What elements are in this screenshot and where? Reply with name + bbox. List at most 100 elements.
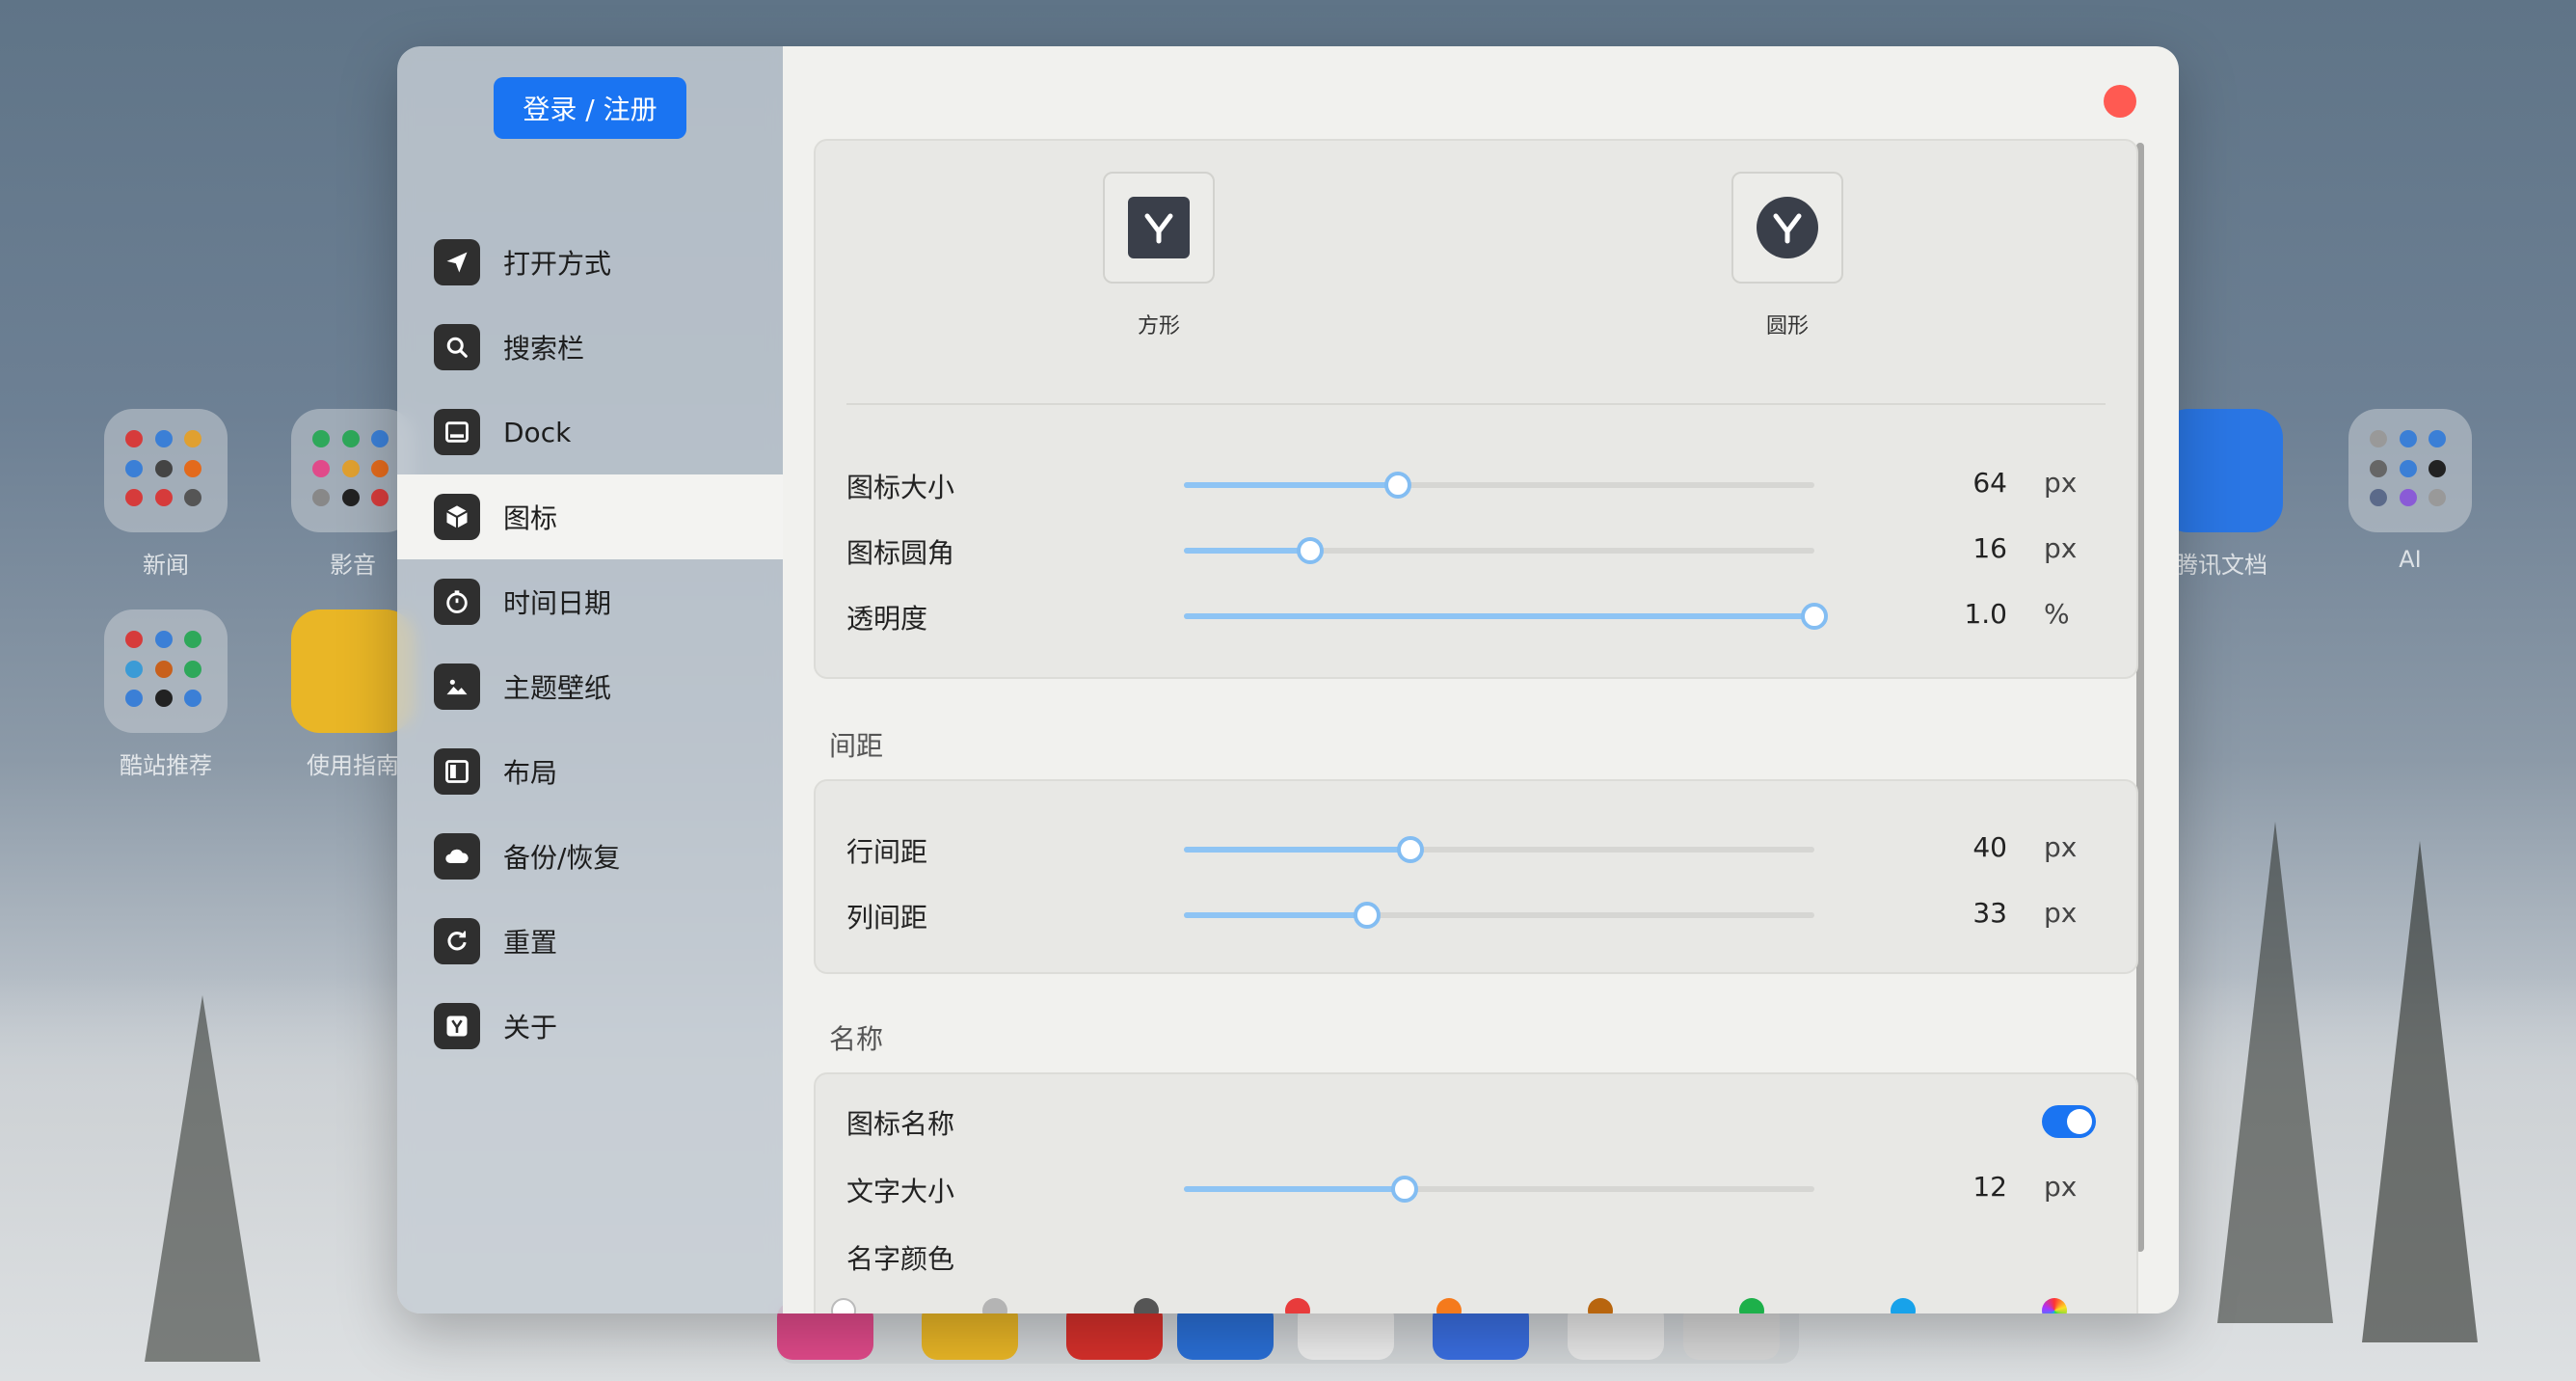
desktop-icon-label: 新闻 (143, 552, 189, 579)
sidebar-item-label: 主题壁纸 (503, 672, 612, 704)
square-logo-icon (1128, 197, 1190, 258)
logo-icon (434, 1003, 480, 1049)
sidebar-item-backup[interactable]: 备份/恢复 (397, 814, 783, 899)
settings-sidebar: 登录 / 注册 打开方式 搜索栏 Dock 图标 时间日期 主题壁纸 布局 备份… (397, 46, 783, 1313)
color-swatch[interactable] (982, 1298, 1007, 1313)
column-gap-label: 列间距 (846, 902, 928, 934)
row-gap-value: 40 (1972, 831, 2007, 863)
slider-thumb[interactable] (1801, 603, 1828, 630)
sidebar-item-open-mode[interactable]: 打开方式 (397, 220, 783, 305)
icon-size-slider[interactable] (1184, 472, 1814, 499)
reset-icon (434, 918, 480, 964)
sidebar-item-about[interactable]: 关于 (397, 984, 783, 1069)
icon-style-card: 方形 圆形 图标大小 64 px 图标圆角 16 px 透明度 1.0 % (814, 139, 2138, 679)
sidebar-item-label: 搜索栏 (503, 333, 585, 365)
row-gap-slider[interactable] (1184, 836, 1814, 863)
column-gap-unit: px (2044, 897, 2078, 929)
desktop-folder-news[interactable]: 新闻 (104, 409, 228, 580)
sidebar-item-layout[interactable]: 布局 (397, 729, 783, 814)
notepad-icon (291, 609, 415, 733)
circle-logo-icon (1757, 197, 1818, 258)
column-gap-slider[interactable] (1184, 902, 1814, 929)
opacity-value: 1.0 (1964, 598, 2007, 630)
opacity-label: 透明度 (846, 603, 928, 635)
slider-thumb[interactable] (1296, 537, 1324, 564)
dock-icon (434, 409, 480, 455)
shape-option-square[interactable] (1103, 172, 1215, 284)
slider-thumb[interactable] (1390, 1176, 1418, 1203)
sidebar-item-dock[interactable]: Dock (397, 390, 783, 474)
tree-decoration (2217, 822, 2333, 1323)
sidebar-item-label: 时间日期 (503, 587, 612, 619)
slider-fill (1184, 613, 1814, 619)
desktop-icon-label: 酷站推荐 (120, 752, 212, 779)
sidebar-item-reset[interactable]: 重置 (397, 899, 783, 984)
sidebar-item-label: 布局 (503, 757, 558, 789)
color-swatch[interactable] (1739, 1298, 1764, 1313)
desktop-folder-sites[interactable]: 酷站推荐 (104, 609, 228, 780)
sidebar-item-label: 备份/恢复 (503, 842, 621, 874)
folder-icon (104, 409, 228, 532)
sidebar-item-datetime[interactable]: 时间日期 (397, 559, 783, 644)
icon-name-toggle[interactable] (2042, 1105, 2096, 1138)
icon-size-label: 图标大小 (846, 472, 955, 503)
column-gap-value: 33 (1972, 897, 2007, 929)
layout-icon (434, 748, 480, 795)
desktop-icon-label: AI (2399, 546, 2422, 573)
close-button[interactable] (2104, 85, 2136, 118)
slider-fill (1184, 847, 1411, 853)
color-swatch[interactable] (1891, 1298, 1916, 1313)
slider-fill (1184, 548, 1310, 554)
color-swatch[interactable] (1588, 1298, 1613, 1313)
color-swatch[interactable] (1436, 1298, 1462, 1313)
login-register-button[interactable]: 登录 / 注册 (494, 77, 686, 139)
icon-name-label: 图标名称 (846, 1108, 955, 1140)
font-size-value: 12 (1972, 1171, 2007, 1203)
icon-radius-value: 16 (1972, 532, 2007, 564)
sidebar-item-icons[interactable]: 图标 (397, 474, 783, 559)
image-icon (434, 663, 480, 710)
row-gap-label: 行间距 (846, 836, 928, 868)
row-gap-unit: px (2044, 831, 2078, 863)
settings-modal: 登录 / 注册 打开方式 搜索栏 Dock 图标 时间日期 主题壁纸 布局 备份… (397, 46, 2179, 1313)
icon-radius-unit: px (2044, 532, 2078, 564)
opacity-slider[interactable] (1184, 603, 1828, 630)
slider-fill (1184, 1186, 1405, 1192)
sidebar-item-label: Dock (503, 416, 572, 448)
desktop-folder-ai[interactable]: AI (2348, 409, 2472, 573)
icon-radius-slider[interactable] (1184, 537, 1814, 564)
desktop-app-guide[interactable]: 使用指南 (291, 609, 415, 780)
sidebar-item-label: 图标 (503, 502, 558, 534)
slider-fill (1184, 912, 1367, 918)
desktop-folder-media[interactable]: 影音 (291, 409, 415, 580)
color-swatch[interactable] (831, 1298, 856, 1313)
color-swatch[interactable] (1134, 1298, 1159, 1313)
name-card: 图标名称 文字大小 12 px 名字颜色 (814, 1072, 2138, 1313)
color-swatch[interactable] (2042, 1298, 2067, 1313)
icon-radius-label: 图标圆角 (846, 537, 955, 569)
stopwatch-icon (434, 579, 480, 625)
folder-icon (104, 609, 228, 733)
color-swatch[interactable] (1285, 1298, 1310, 1313)
section-title-name: 名称 (829, 1023, 884, 1055)
sidebar-item-wallpaper[interactable]: 主题壁纸 (397, 644, 783, 729)
opacity-unit: % (2044, 598, 2070, 630)
shape-option-circle[interactable] (1731, 172, 1843, 284)
slider-thumb[interactable] (1397, 836, 1425, 863)
desktop-icon-label: 使用指南 (307, 752, 399, 779)
sidebar-item-label: 重置 (503, 927, 558, 959)
settings-nav: 打开方式 搜索栏 Dock 图标 时间日期 主题壁纸 布局 备份/恢复 重置 关… (397, 220, 783, 1069)
section-title-spacing: 间距 (829, 730, 884, 762)
desktop-icon-label: 影音 (330, 552, 376, 579)
search-icon (434, 324, 480, 370)
tree-decoration (2362, 841, 2478, 1342)
shape-label-circle: 圆形 (1765, 314, 1809, 338)
slider-thumb[interactable] (1353, 902, 1381, 929)
folder-icon (2348, 409, 2472, 532)
slider-thumb[interactable] (1384, 472, 1412, 499)
shape-label-square: 方形 (1137, 314, 1180, 338)
font-size-slider[interactable] (1184, 1176, 1814, 1203)
sidebar-item-label: 打开方式 (503, 248, 612, 280)
sidebar-item-search-bar[interactable]: 搜索栏 (397, 305, 783, 390)
settings-content: 方形 圆形 图标大小 64 px 图标圆角 16 px 透明度 1.0 % 间距… (783, 46, 2179, 1313)
